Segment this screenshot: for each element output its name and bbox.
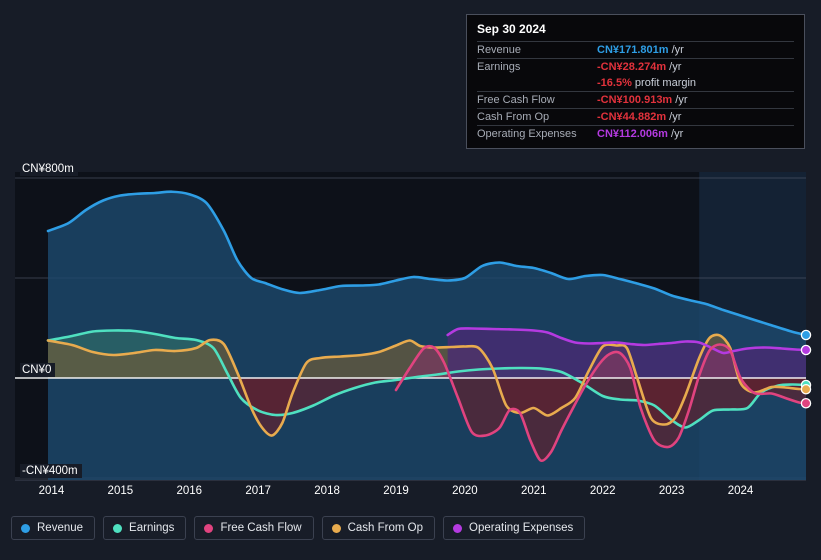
tooltip-metric-value: -CN¥100.913m /yr [597, 91, 794, 109]
legend-label: Earnings [129, 522, 175, 534]
tooltip-metric-label [477, 75, 597, 92]
tooltip-metric-label: Revenue [477, 41, 597, 59]
tooltip-metric-value: -CN¥28.274m /yr [597, 58, 794, 75]
legend-item-earnings[interactable]: Earnings [103, 516, 187, 540]
legend-color-dot [21, 523, 30, 533]
tooltip-row: Cash From Op -CN¥44.882m /yr [477, 108, 794, 126]
y-tick-label: CN¥800m [20, 162, 78, 176]
legend-label: Operating Expenses [469, 522, 574, 534]
tooltip-metric-label: Free Cash Flow [477, 91, 597, 109]
tooltip-metric-value: -CN¥44.882m /yr [597, 108, 794, 126]
tooltip-row: Earnings -CN¥28.274m /yr [477, 58, 794, 75]
tooltip-metric-value: CN¥171.801m /yr [597, 41, 794, 59]
legend-color-dot [331, 523, 341, 533]
x-tick-label: 2023 [658, 485, 685, 497]
tooltip-metric-value: CN¥112.006m /yr [597, 125, 794, 142]
free-cash-flow-endpoint-dot [800, 397, 812, 409]
legend-color-dot [113, 523, 123, 533]
revenue-endpoint-dot [800, 329, 812, 341]
x-tick-label: 2024 [727, 485, 754, 497]
legend-item-operating-expenses[interactable]: Operating Expenses [443, 516, 586, 540]
x-tick-label: 2018 [314, 485, 340, 497]
legend-color-dot [453, 523, 463, 533]
tooltip-row: Operating Expenses CN¥112.006m /yr [477, 125, 794, 142]
x-tick-label: 2016 [176, 485, 203, 497]
y-tick-label: -CN¥400m [20, 464, 82, 478]
operating-expenses-endpoint-dot [800, 344, 812, 356]
tooltip-metric-value: -16.5% profit margin [597, 77, 697, 89]
x-tick-label: 2015 [107, 485, 134, 497]
x-tick-label: 2022 [589, 485, 616, 497]
tooltip-metric-label: Earnings [477, 58, 597, 75]
x-tick-label: 2017 [245, 485, 271, 497]
tooltip-row: Revenue CN¥171.801m /yr [477, 41, 794, 59]
tooltip-date: Sep 30 2024 [477, 22, 546, 36]
legend-label: Free Cash Flow [220, 522, 302, 534]
tooltip-metric-label: Cash From Op [477, 108, 597, 126]
tooltip-metrics-table: Revenue CN¥171.801m /yr Earnings -CN¥28.274… [477, 41, 794, 142]
chart-page: CN¥800m CN¥0 -CN¥400m 2014 2015 2016 2017 2018… [0, 0, 821, 560]
legend-item-cash-from-op[interactable]: Cash From Op [321, 516, 436, 540]
x-tick-label: 2020 [452, 485, 478, 497]
legend-label: Cash From Op [347, 522, 424, 534]
y-tick-label: CN¥0 [20, 363, 56, 377]
legend-item-revenue[interactable]: Revenue [11, 516, 96, 540]
x-tick-label: 2014 [38, 485, 65, 497]
legend-color-dot [204, 523, 214, 533]
tooltip-row: Free Cash Flow -CN¥100.913m /yr [477, 91, 794, 109]
legend-label: Revenue [37, 522, 84, 534]
cash-from-op-endpoint-dot [800, 383, 812, 395]
tooltip-row: -16.5% profit margin [477, 75, 794, 92]
tooltip-metric-label: Operating Expenses [477, 125, 597, 142]
x-tick-label: 2019 [383, 485, 409, 497]
chart-legend: Revenue Earnings Free Cash Flow Cash From O… [11, 516, 586, 540]
legend-item-free-cash-flow[interactable]: Free Cash Flow [194, 516, 314, 540]
chart-tooltip: Sep 30 2024 Revenue CN¥171.801m /yr Earnin… [466, 14, 805, 149]
x-tick-label: 2021 [521, 485, 547, 497]
